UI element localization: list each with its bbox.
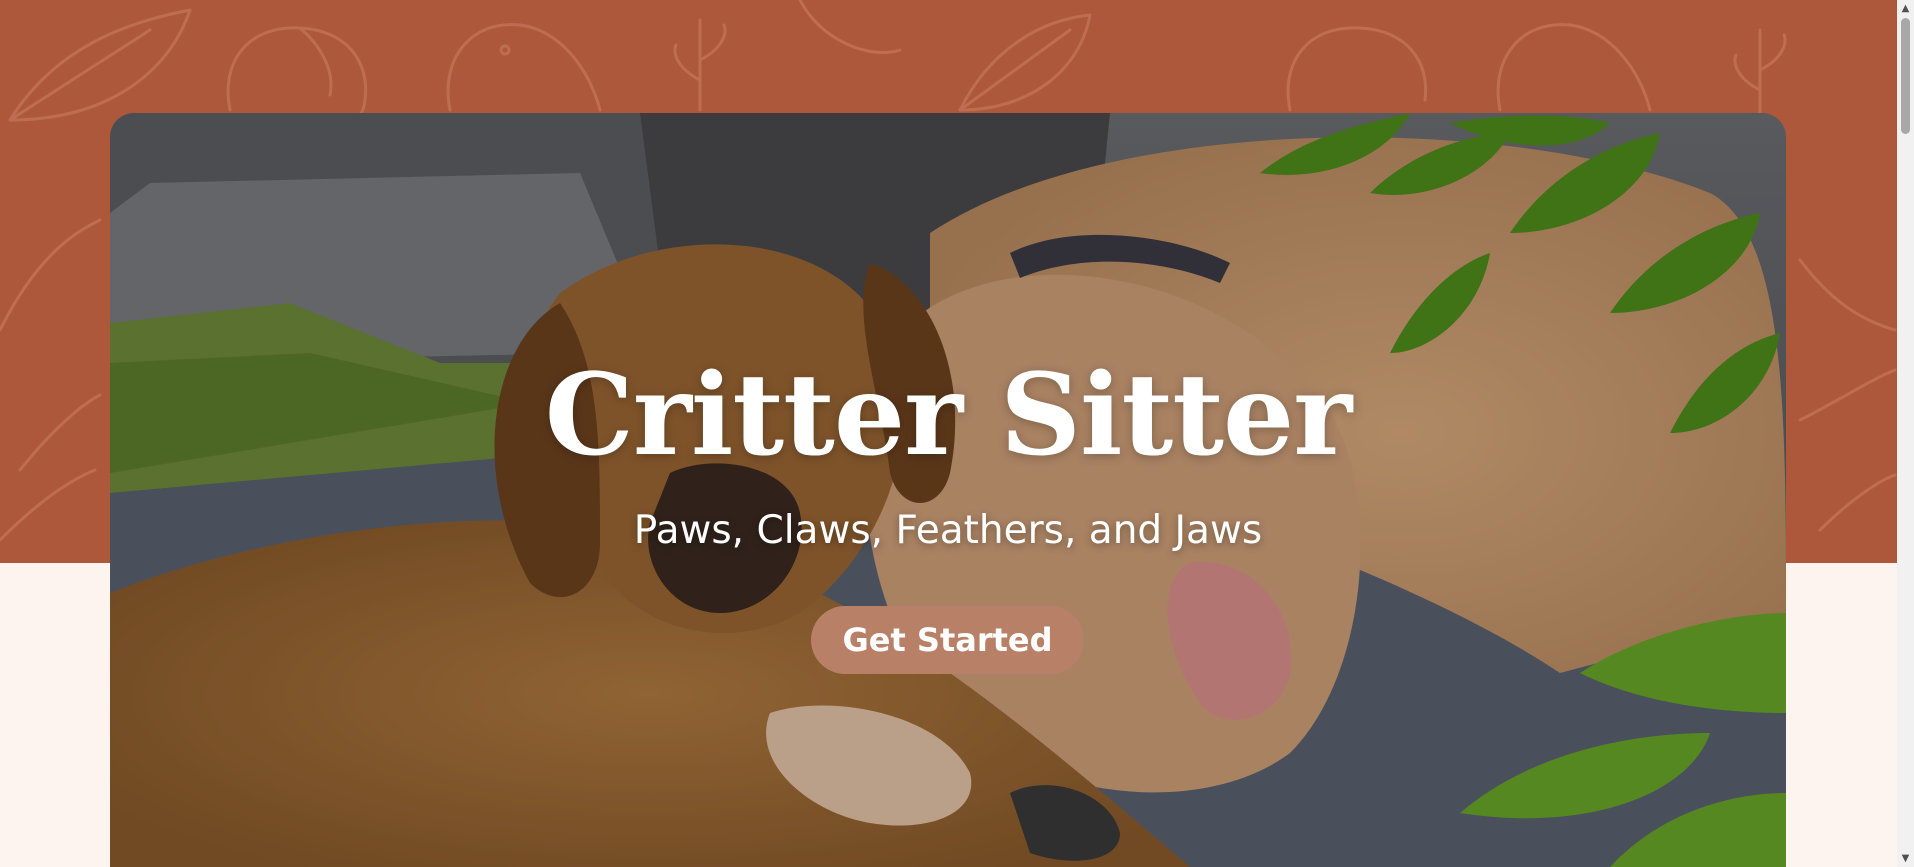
hero-section: Critter Sitter Paws, Claws, Feathers, an… <box>110 113 1786 867</box>
page: Critter Sitter Paws, Claws, Feathers, an… <box>0 0 1897 867</box>
hero-subtitle: Paws, Claws, Feathers, and Jaws <box>633 508 1263 553</box>
scrollbar-thumb[interactable] <box>1901 18 1910 134</box>
scroll-down-arrow-icon[interactable]: ▼ <box>1897 850 1914 867</box>
scroll-up-arrow-icon[interactable]: ▲ <box>1897 0 1914 17</box>
hero-title: Critter Sitter <box>544 350 1353 481</box>
get-started-button[interactable]: Get Started <box>811 606 1084 674</box>
vertical-scrollbar[interactable]: ▲ ▼ <box>1897 0 1914 867</box>
hero-content: Critter Sitter Paws, Claws, Feathers, an… <box>110 113 1786 867</box>
